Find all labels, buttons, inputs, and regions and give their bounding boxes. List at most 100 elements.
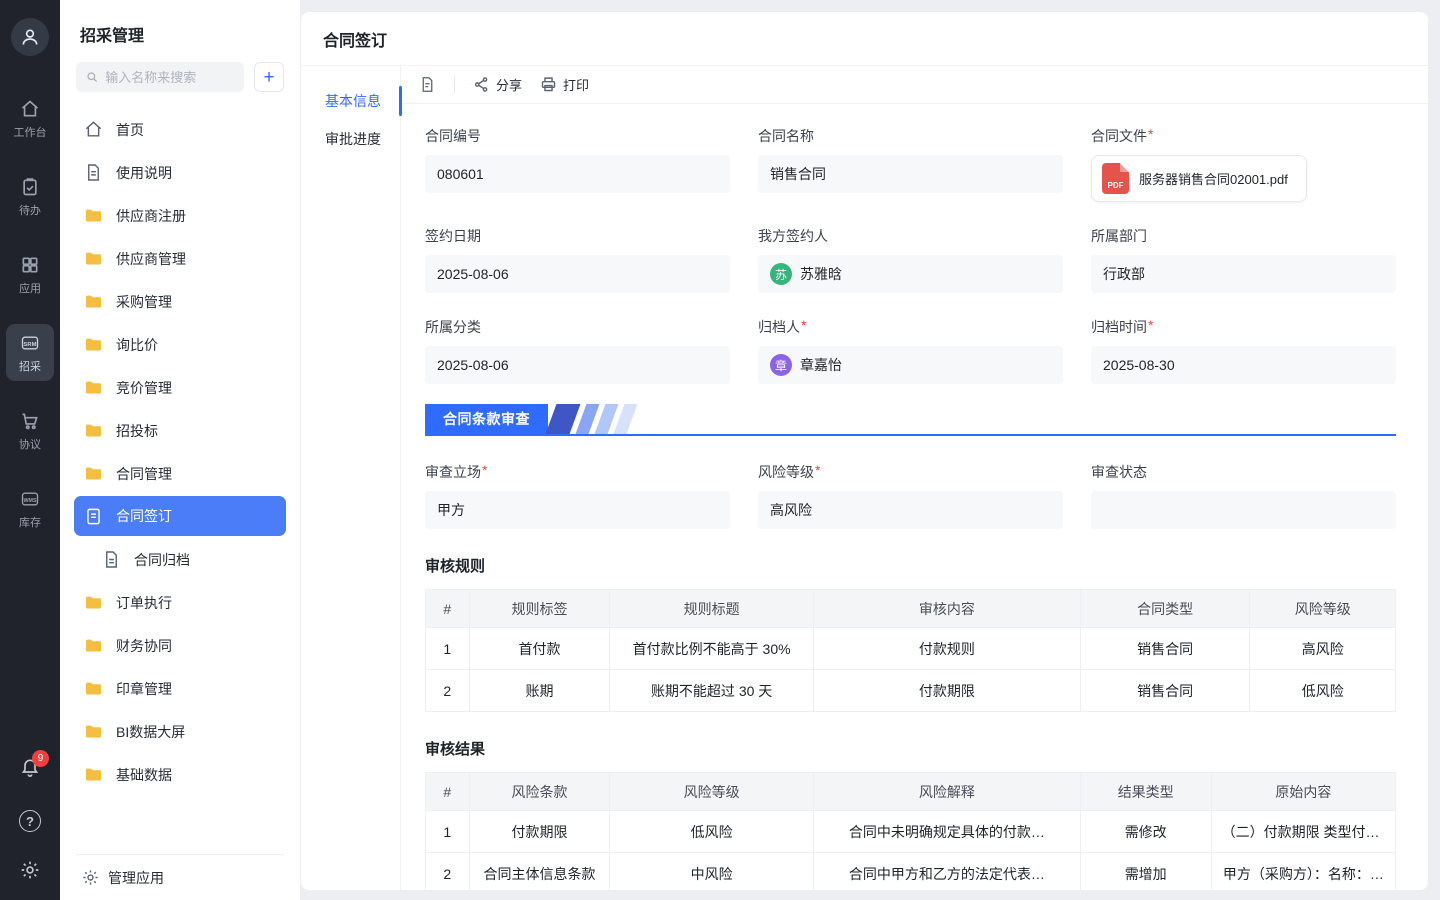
sidebar-item-label: 合同归档 xyxy=(134,550,190,570)
column-header: # xyxy=(426,773,470,811)
results-table: # 风险条款 风险等级 风险解释 结果类型 原始内容 1 xyxy=(425,772,1396,890)
cell: 高风险 xyxy=(1250,628,1396,670)
sidebar-item-supplier-register[interactable]: 供应商注册 xyxy=(74,194,286,237)
results-header-row: # 风险条款 风险等级 风险解释 结果类型 原始内容 xyxy=(426,773,1396,811)
column-header: # xyxy=(426,590,470,628)
search-box[interactable] xyxy=(76,62,244,92)
folder-icon xyxy=(84,378,103,397)
toolbar-divider xyxy=(454,77,455,93)
department-input[interactable]: 行政部 xyxy=(1091,255,1396,293)
banner-stripe xyxy=(614,404,638,434)
review-status-input[interactable] xyxy=(1091,491,1396,529)
print-button[interactable]: 打印 xyxy=(540,75,589,94)
cell: 需增加 xyxy=(1080,853,1211,891)
folder-icon xyxy=(84,593,103,612)
sidebar-item-label: 竞价管理 xyxy=(116,378,172,398)
rail-item-label: 工作台 xyxy=(14,124,47,140)
rail-item-apps[interactable]: 应用 xyxy=(6,246,54,303)
module-sidebar: 招采管理 + 首页 使用说明 供应商注册 供应商管理 xyxy=(60,0,300,900)
cell: 2 xyxy=(426,670,470,712)
archiver-input[interactable]: 章 章嘉怡 xyxy=(758,346,1063,384)
banner-label: 合同条款审查 xyxy=(425,404,548,434)
review-stance-input[interactable]: 甲方 xyxy=(425,491,730,529)
required-mark: * xyxy=(1148,126,1153,143)
field-label: 所属分类 xyxy=(425,317,481,337)
cell: （二）付款期限 类型付款… xyxy=(1211,811,1395,853)
sidebar-item-home[interactable]: 首页 xyxy=(74,108,286,151)
rail-item-inventory[interactable]: WMS 库存 xyxy=(6,480,54,537)
contract-file-chip[interactable]: PDF 服务器销售合同02001.pdf xyxy=(1091,155,1307,202)
rail-item-agreement[interactable]: 协议 xyxy=(6,402,54,459)
search-icon xyxy=(86,70,98,84)
document-version-icon[interactable] xyxy=(419,76,436,93)
contract-no-input[interactable]: 080601 xyxy=(425,155,730,193)
help-button[interactable]: ? xyxy=(19,810,41,832)
clipboard-icon xyxy=(20,177,40,197)
sidebar-item-seal[interactable]: 印章管理 xyxy=(74,667,286,710)
notifications-button[interactable]: 9 xyxy=(20,757,40,782)
column-header: 风险等级 xyxy=(1250,590,1396,628)
folder-icon xyxy=(84,249,103,268)
wms-badge-icon: WMS xyxy=(20,489,40,509)
sidebar-item-contract-manage[interactable]: 合同管理 xyxy=(74,452,286,495)
category-input[interactable]: 2025-08-06 xyxy=(425,346,730,384)
person-icon xyxy=(20,27,40,47)
sidebar-item-label: 印章管理 xyxy=(116,679,172,699)
rules-table: # 规则标签 规则标题 审核内容 合同类型 风险等级 1 xyxy=(425,589,1396,712)
app-root: 工作台 待办 应用 SRM 招采 协议 WMS 库存 9 ? xyxy=(0,0,1440,900)
rail-item-workbench[interactable]: 工作台 xyxy=(6,90,54,147)
sidebar-item-base-data[interactable]: 基础数据 xyxy=(74,753,286,796)
folder-icon xyxy=(84,464,103,483)
add-button[interactable]: + xyxy=(254,62,284,92)
section-banner-review: 合同条款审查 xyxy=(425,404,1396,436)
basic-info-form: 合同编号 080601 合同名称 销售合同 合同文件* PDF xyxy=(425,126,1396,384)
rules-title: 审核规则 xyxy=(425,555,1396,576)
column-header: 原始内容 xyxy=(1211,773,1395,811)
manage-apps-label: 管理应用 xyxy=(108,868,164,888)
table-row: 1 付款期限 低风险 合同中未明确规定具体的付款… 需修改 （二）付款期限 类型… xyxy=(426,811,1396,853)
sidebar-item-finance[interactable]: 财务协同 xyxy=(74,624,286,667)
sidebar-item-contract-archive[interactable]: 合同归档 xyxy=(92,538,286,581)
field-label: 归档人 xyxy=(758,317,800,337)
rail-bottom: 9 ? xyxy=(19,757,41,880)
sign-date-input[interactable]: 2025-08-06 xyxy=(425,255,730,293)
sidebar-item-order-execution[interactable]: 订单执行 xyxy=(74,581,286,624)
rail-item-label: 应用 xyxy=(19,280,41,296)
cell: 合同中甲方和乙方的法定代表… xyxy=(813,853,1080,891)
field-category: 所属分类 2025-08-06 xyxy=(425,317,730,384)
sidebar-item-tender[interactable]: 招投标 xyxy=(74,409,286,452)
rail-item-srm[interactable]: SRM 招采 xyxy=(6,324,54,381)
tab-approval-progress[interactable]: 审批进度 xyxy=(301,120,400,158)
home-icon xyxy=(20,99,40,119)
sidebar-item-bi-dashboard[interactable]: BI数据大屏 xyxy=(74,710,286,753)
sidebar-item-procurement[interactable]: 采购管理 xyxy=(74,280,286,323)
field-label: 合同文件 xyxy=(1091,126,1147,146)
tab-basic-info[interactable]: 基本信息 xyxy=(301,82,400,120)
folder-icon xyxy=(84,722,103,741)
contract-name-input[interactable]: 销售合同 xyxy=(758,155,1063,193)
rail-item-todo[interactable]: 待办 xyxy=(6,168,54,225)
settings-gear-icon[interactable] xyxy=(20,860,40,880)
column-header: 结果类型 xyxy=(1080,773,1211,811)
share-button[interactable]: 分享 xyxy=(473,75,522,94)
sidebar-item-contract-sign[interactable]: 合同签订 xyxy=(74,496,286,536)
our-signer-input[interactable]: 苏 苏雅晗 xyxy=(758,255,1063,293)
sidebar-item-inquiry[interactable]: 询比价 xyxy=(74,323,286,366)
archive-time-input[interactable]: 2025-08-30 xyxy=(1091,346,1396,384)
sidebar-item-label: 询比价 xyxy=(116,335,158,355)
user-avatar[interactable] xyxy=(11,18,49,56)
sidebar-item-bidding-manage[interactable]: 竞价管理 xyxy=(74,366,286,409)
sidebar-title: 招采管理 xyxy=(60,0,300,62)
sidebar-item-supplier-manage[interactable]: 供应商管理 xyxy=(74,237,286,280)
manage-apps-button[interactable]: 管理应用 xyxy=(76,854,284,900)
pdf-file-icon: PDF xyxy=(1102,163,1129,194)
risk-level-input[interactable]: 高风险 xyxy=(758,491,1063,529)
sidebar-item-label: 供应商管理 xyxy=(116,249,186,269)
sidebar-item-instructions[interactable]: 使用说明 xyxy=(74,151,286,194)
cell: 首付款 xyxy=(469,628,610,670)
sidebar-item-label: 财务协同 xyxy=(116,636,172,656)
main-area: 合同签订 基本信息 审批进度 分享 xyxy=(300,0,1440,900)
archive-doc-icon xyxy=(102,550,121,569)
search-input[interactable] xyxy=(105,70,234,85)
sidebar-item-label: 招投标 xyxy=(116,421,158,441)
